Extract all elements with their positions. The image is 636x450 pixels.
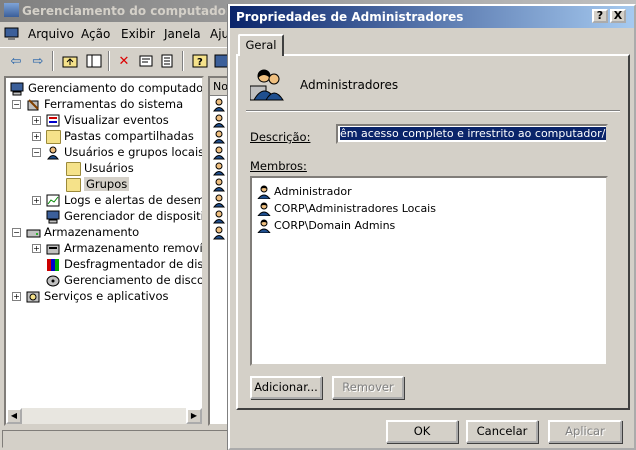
group-icon <box>213 178 225 192</box>
expand-icon[interactable]: + <box>32 116 41 125</box>
collapse-icon[interactable]: − <box>32 148 41 157</box>
export-list-icon[interactable] <box>158 51 178 71</box>
tree-node-users[interactable]: Usuários <box>66 160 134 176</box>
shared-folder-icon <box>46 129 61 144</box>
user-icon <box>256 219 272 234</box>
group-icon <box>213 98 225 112</box>
tree-node-disk-defragmenter[interactable]: Desfragmentador de disco <box>46 256 202 272</box>
device-manager-icon <box>46 210 61 224</box>
status-bar <box>2 430 228 448</box>
list-item[interactable]: Administrador <box>256 184 352 200</box>
computer-management-icon <box>4 3 19 17</box>
tree-node-event-viewer[interactable]: + Visualizar eventos <box>32 112 169 128</box>
group-icon <box>213 114 225 128</box>
tree-node-storage[interactable]: − Armazenamento <box>12 224 139 240</box>
divider <box>246 110 620 112</box>
expand-icon[interactable]: + <box>12 292 21 301</box>
cancel-button[interactable]: Cancelar <box>466 420 538 443</box>
group-icon <box>213 162 225 176</box>
add-button[interactable]: Adicionar... <box>250 376 322 399</box>
performance-logs-icon <box>46 194 61 208</box>
description-label: Descrição: <box>250 130 311 144</box>
properties-icon[interactable] <box>136 51 156 71</box>
properties-dialog: Propriedades de Administradores ? X Gera… <box>228 4 636 450</box>
tree-node-disk-management[interactable]: Gerenciamento de disco <box>46 272 202 288</box>
tree-node-groups[interactable]: Grupos <box>66 176 130 192</box>
close-button[interactable]: X <box>610 9 626 23</box>
mmc-title: Gerenciamento do computador <box>22 4 232 18</box>
forward-arrow-icon[interactable]: ⇨ <box>28 51 48 71</box>
expand-icon[interactable]: + <box>32 244 41 253</box>
back-arrow-icon[interactable]: ⇦ <box>6 51 26 71</box>
services-apps-icon <box>26 290 41 304</box>
delete-icon[interactable]: ✕ <box>114 51 134 71</box>
event-viewer-icon <box>46 114 61 128</box>
menu-arquivo[interactable]: Arquivo <box>28 27 74 41</box>
user-icon <box>256 202 272 217</box>
open-folder-icon <box>66 177 81 192</box>
folder-icon <box>66 161 81 176</box>
users-groups-icon <box>46 146 61 160</box>
help-icon[interactable]: ? <box>190 51 210 71</box>
description-field[interactable]: êm acesso completo e irrestrito ao compu… <box>336 124 608 144</box>
members-list[interactable]: Administrador CORP\Administradores Locai… <box>250 176 608 366</box>
defragmenter-icon <box>46 258 61 272</box>
expand-icon[interactable]: + <box>32 196 41 205</box>
list-item[interactable]: CORP\Domain Admins <box>256 218 395 234</box>
svg-text:?: ? <box>197 57 203 68</box>
system-menu-icon[interactable] <box>4 27 20 43</box>
tree-node-performance-logs[interactable]: +Logs e alertas de desempen <box>32 192 202 208</box>
tree-node-removable-storage[interactable]: +Armazenamento removível <box>32 240 202 256</box>
removable-storage-icon <box>46 242 61 256</box>
group-icon <box>213 130 225 144</box>
menu-acao[interactable]: Ação <box>81 27 110 41</box>
group-icon <box>213 146 225 160</box>
tree-horizontal-scrollbar[interactable]: ◀ ▶ <box>6 408 202 424</box>
system-tools-icon <box>26 98 41 112</box>
tab-geral[interactable]: Geral <box>238 34 284 56</box>
computer-icon <box>10 82 25 96</box>
menu-ajuda[interactable]: Aju <box>210 27 229 41</box>
help-button[interactable]: ? <box>592 9 608 23</box>
storage-icon <box>26 226 41 240</box>
tree-node-local-users-groups[interactable]: − Usuários e grupos locais <box>32 144 202 160</box>
tree-node-shared-folders[interactable]: + Pastas compartilhadas <box>32 128 194 144</box>
scroll-left-icon[interactable]: ◀ <box>6 408 22 424</box>
show-tree-icon[interactable] <box>84 51 104 71</box>
group-icon <box>213 226 225 240</box>
console-tree: Gerenciamento do computador (loca −Ferra… <box>4 76 204 426</box>
group-name: Administradores <box>300 78 399 92</box>
list-item[interactable]: CORP\Administradores Locais <box>256 201 436 217</box>
menu-exibir[interactable]: Exibir <box>121 27 155 41</box>
remove-button[interactable]: Remover <box>332 376 404 399</box>
members-label: Membros: <box>250 159 307 173</box>
up-folder-icon[interactable] <box>60 51 80 71</box>
ok-button[interactable]: OK <box>386 420 458 443</box>
disk-management-icon <box>46 274 61 288</box>
collapse-icon[interactable]: − <box>12 100 21 109</box>
expand-icon[interactable]: + <box>32 132 41 141</box>
scroll-right-icon[interactable]: ▶ <box>186 408 202 424</box>
group-icon <box>213 210 225 224</box>
user-icon <box>256 185 272 200</box>
group-icon <box>213 194 225 208</box>
menu-janela[interactable]: Janela <box>164 27 201 41</box>
dialog-title: Propriedades de Administradores <box>236 10 464 24</box>
dialog-title-bar: Propriedades de Administradores ? X <box>230 6 634 28</box>
tree-node-device-manager[interactable]: Gerenciador de dispositivos <box>46 208 202 224</box>
apply-button[interactable]: Aplicar <box>548 420 622 443</box>
group-icon <box>250 69 284 101</box>
tree-node-computer-management[interactable]: Gerenciamento do computador (loca <box>10 80 202 96</box>
collapse-icon[interactable]: − <box>12 228 21 237</box>
tree-node-system-tools[interactable]: − Ferramentas do sistema <box>12 96 183 112</box>
tree-node-services-apps[interactable]: + Serviços e aplicativos <box>12 288 168 304</box>
